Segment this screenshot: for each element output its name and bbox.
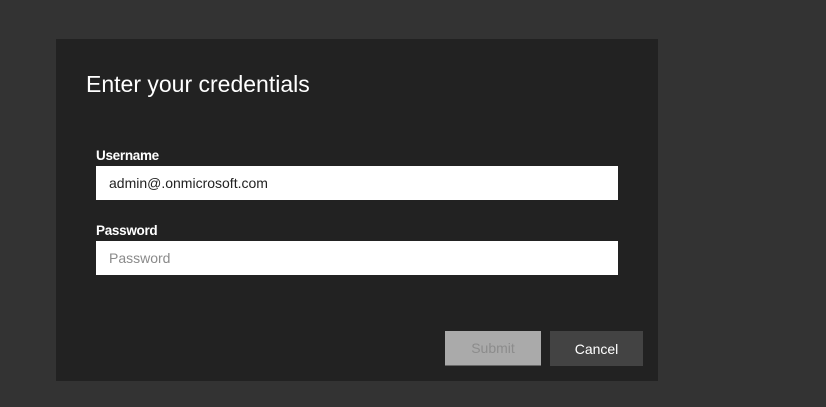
dialog-title: Enter your credentials bbox=[86, 71, 310, 97]
credentials-dialog: Enter your credentials Username Password… bbox=[56, 39, 658, 381]
submit-button[interactable]: Submit bbox=[445, 331, 541, 366]
password-input[interactable] bbox=[96, 241, 618, 275]
password-label: Password bbox=[96, 223, 158, 238]
username-label: Username bbox=[96, 148, 159, 163]
cancel-button[interactable]: Cancel bbox=[550, 331, 643, 366]
username-input[interactable] bbox=[96, 166, 618, 200]
